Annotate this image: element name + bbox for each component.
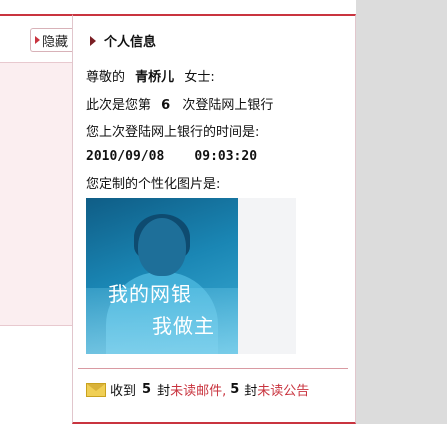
divider	[78, 368, 348, 369]
last-login-label: 您上次登陆网上银行的时间是:	[86, 125, 260, 140]
hide-tab[interactable]: 隐藏	[30, 28, 72, 52]
envelope-icon	[86, 382, 106, 397]
panel-title-text: 个人信息	[104, 35, 157, 50]
last-login-timestamp: 2010/09/08 09:03:20	[86, 149, 257, 164]
unread-mail-link[interactable]: 未读邮件,	[170, 380, 226, 399]
title-arrow-icon	[90, 35, 96, 46]
right-sidebar	[356, 0, 447, 424]
greeting-line: 尊敬的 青桥儿 女士:	[86, 70, 215, 85]
personalized-picture: 我的网银 我做主	[86, 198, 238, 354]
arrow-right-icon	[35, 36, 40, 44]
left-panel	[0, 62, 73, 326]
last-login-date: 2010/09/08	[86, 149, 165, 164]
messages-row: 收到 5 封 未读邮件, 5 封 未读公告	[86, 380, 309, 399]
hide-tab-label: 隐藏	[42, 34, 69, 50]
panel-title: 个人信息	[90, 31, 156, 50]
picture-label: 您定制的个性化图片是:	[86, 177, 221, 192]
mail-count: 5	[142, 382, 152, 397]
notice-count: 5	[230, 382, 240, 397]
last-login-time: 09:03:20	[194, 149, 258, 164]
picture-text-line2: 我做主	[152, 314, 215, 338]
left-top-line	[0, 14, 72, 16]
login-count: 6	[161, 98, 171, 113]
login-count-line: 此次是您第 6 次登陆网上银行	[86, 98, 274, 113]
picture-frame	[236, 198, 296, 354]
picture-text-line1: 我的网银	[108, 282, 192, 306]
customer-name: 青桥儿	[135, 70, 175, 85]
unread-notice-link[interactable]: 未读公告	[257, 380, 309, 399]
silhouette-head	[138, 218, 186, 276]
